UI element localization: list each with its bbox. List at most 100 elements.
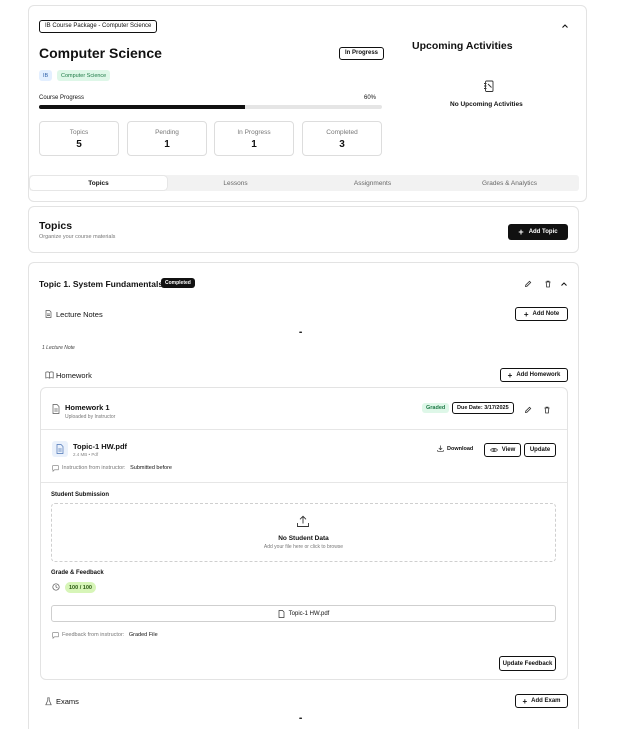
plus-icon: + [518,226,524,237]
add-note-label: Add Note [532,311,560,317]
divider [41,482,567,483]
upload-hint-text: Add your file here or click to browse [263,544,344,550]
file-name[interactable]: Topic-1 HW.pdf [73,442,127,451]
view-label: View [501,447,516,453]
file-meta: 2.4 MB • Pdf [73,452,99,457]
add-note-button[interactable]: + Add Note [515,307,568,321]
plus-icon: + [522,696,528,706]
no-upcoming-text: No Upcoming Activities [450,101,523,108]
pdf-file-icon [56,444,64,454]
add-exam-button[interactable]: + Add Exam [515,694,568,708]
download-label: Download [447,445,474,452]
collapse-topic-chevron-icon[interactable] [560,280,568,288]
lecture-count-text: 1 Lecture Note [42,345,75,351]
grade-feedback-title: Grade & Feedback [51,570,104,576]
upcoming-activities-title: Upcoming Activities [412,40,513,52]
message-icon [52,632,59,639]
lecture-notes-title: Lecture Notes [56,310,103,319]
update-button[interactable]: Update [524,443,556,457]
add-topic-label: Add Topic [528,229,558,235]
document-icon [45,310,52,318]
instruction-label: Instruction from instructor: [62,465,126,471]
add-homework-label: Add Homework [516,372,561,378]
feedback-text: Feedback from instructor: Graded File [62,632,158,638]
divider [41,429,567,430]
no-student-data-text: No Student Data [278,535,329,542]
stat-pending: Pending 1 [127,121,207,156]
lecture-more-icon[interactable]: ••• [299,330,302,336]
plus-icon: + [523,309,529,319]
view-button[interactable]: View [484,443,521,457]
notebook-icon [483,80,495,93]
topic-title: Topic 1. System Fundamentals [39,279,164,289]
update-feedback-label: Update Feedback [502,660,553,667]
update-feedback-button[interactable]: Update Feedback [499,656,556,671]
grade-value-badge: 100 / 100 [65,582,96,593]
collapse-chevron-icon[interactable] [561,22,569,30]
plus-icon: + [507,370,513,380]
graded-file-button[interactable]: Topic-1 HW.pdf [51,605,556,622]
pdf-file-icon-box [52,441,68,457]
feedback-label: Feedback from instructor: [62,632,125,638]
tab-assignments[interactable]: Assignments [304,176,441,190]
edit-topic-icon[interactable] [524,280,532,288]
stat-label: Topics [69,129,89,136]
homework-graded-badge: Graded [422,403,450,413]
stat-value: 1 [164,139,170,150]
course-tag-subject: Computer Science [57,70,111,81]
exams-more-icon[interactable]: ••• [299,716,302,722]
file-dropzone[interactable] [51,503,556,562]
course-title: Computer Science [39,45,162,61]
stat-in-progress: In Progress 1 [214,121,294,156]
clock-icon [52,583,60,591]
exams-title: Exams [56,697,79,706]
add-homework-button[interactable]: + Add Homework [500,368,568,382]
topics-header-card [28,206,579,253]
topic-completed-badge: Completed [161,278,195,288]
delete-homework-icon[interactable] [543,406,551,414]
course-progress-percent: 60% [364,95,377,101]
tab-grades-analytics[interactable]: Grades & Analytics [441,176,578,190]
file-icon [278,609,285,618]
tab-topics[interactable]: Topics [30,176,167,190]
add-topic-button[interactable]: + Add Topic [508,224,568,240]
course-status-badge: In Progress [339,47,385,60]
delete-topic-icon[interactable] [544,280,552,288]
tab-lessons[interactable]: Lessons [167,176,304,190]
edit-homework-icon[interactable] [524,406,532,414]
feedback-value: Graded File [128,632,158,638]
homework-section-title: Homework [56,371,92,380]
topics-title: Topics [39,220,73,232]
add-exam-label: Add Exam [531,698,561,704]
book-open-icon [45,371,54,379]
homework-uploaded-by: Uploaded by Instructor [65,414,116,420]
download-button[interactable]: Download [437,445,473,452]
stat-label: Completed [326,129,358,136]
update-label: Update [529,447,551,453]
instruction-text: Instruction from instructor: Submitted b… [62,465,172,471]
homework-due-date: Due Date: 3/17/2025 [452,402,514,414]
eye-icon [489,448,498,452]
download-icon [437,445,444,452]
stat-value: 5 [76,139,82,150]
file-icon [52,404,60,414]
course-progress-label: Course Progress [39,95,85,101]
student-submission-title: Student Submission [51,492,110,498]
graded-file-name: Topic-1 HW.pdf [288,610,330,617]
homework-title: Homework 1 [65,403,110,412]
topics-subtitle: Organize your course materials [39,234,116,240]
stat-value: 1 [251,139,257,150]
stat-topics: Topics 5 [39,121,119,156]
course-tag-ib: IB [39,70,53,81]
instruction-value: Submitted before [130,465,172,471]
upload-icon [296,515,310,528]
stat-label: Pending [155,129,179,136]
stat-completed: Completed 3 [302,121,382,156]
message-icon [52,465,59,472]
exam-flask-icon [45,697,52,706]
stat-label: In Progress [237,129,271,136]
stat-value: 3 [339,139,345,150]
course-progress-fill [39,105,245,109]
course-progress-bar [39,105,382,109]
course-package-label: IB Course Package - Computer Science [39,20,158,33]
